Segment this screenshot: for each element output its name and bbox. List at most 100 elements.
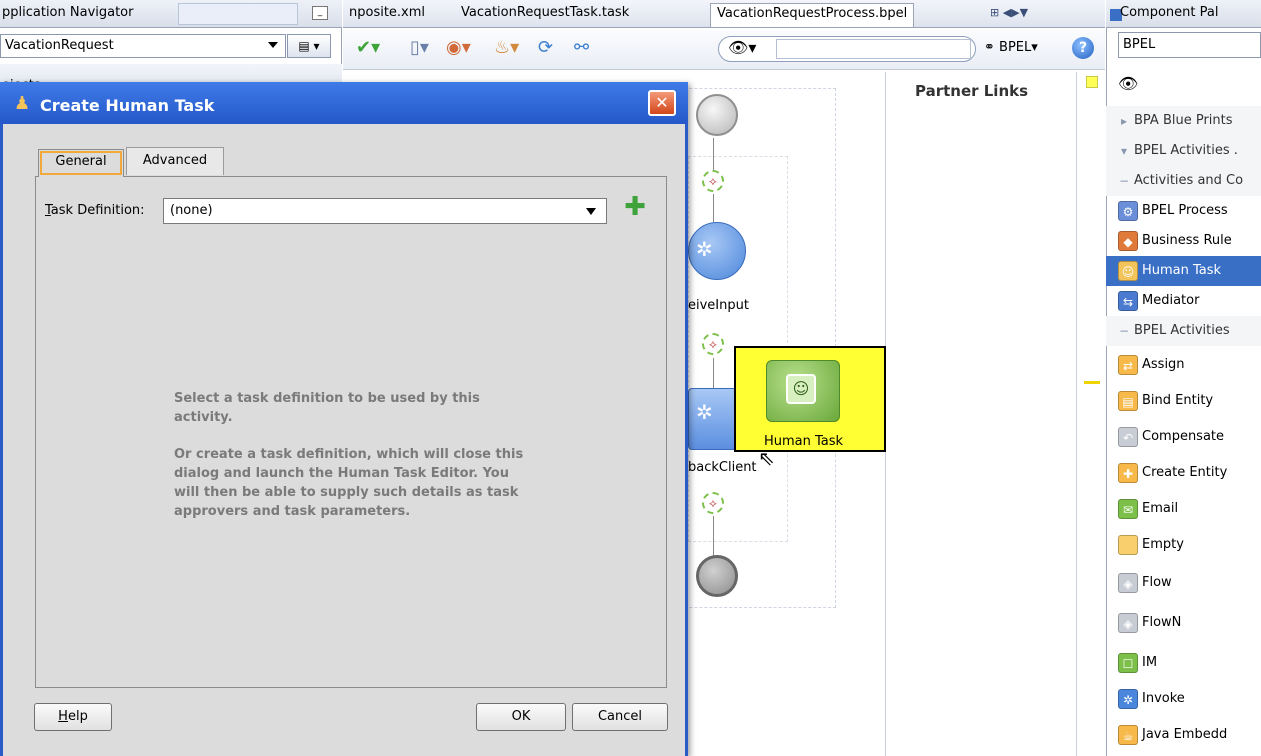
drop-zone-icon[interactable]: ⟡ xyxy=(702,492,724,514)
palette-item-bpel-activities[interactable]: − BPEL Activities xyxy=(1106,316,1261,346)
palette-item-label: BPEL Activities . xyxy=(1134,143,1238,158)
palette-item-label: BPEL Activities xyxy=(1134,323,1230,338)
compensate-icon: ↶ xyxy=(1118,426,1138,447)
link-icon: ⚭ xyxy=(984,40,1000,55)
search-mode-label: BPEL▾ xyxy=(999,40,1038,55)
palette-item-im[interactable]: ☐ IM xyxy=(1106,646,1261,680)
cancel-button[interactable]: Cancel xyxy=(572,703,668,731)
help-icon[interactable]: ? xyxy=(1072,37,1094,59)
receive-input-label: eiveInput xyxy=(688,298,749,313)
start-node[interactable] xyxy=(696,94,738,136)
palette-title: Component Pal xyxy=(1120,5,1219,20)
palette-item-create-entity[interactable]: ✚ Create Entity xyxy=(1106,456,1261,490)
palette-item-java-embedd[interactable]: ☕ Java Embedd xyxy=(1106,718,1261,752)
partner-links-title: Partner Links xyxy=(915,82,1029,100)
human-task-icon: ☺ xyxy=(786,374,816,404)
palette-item-bpel-activities[interactable]: ▾ BPEL Activities . xyxy=(1106,136,1261,166)
gear-icon: ✲ xyxy=(696,400,713,424)
deploy-icon[interactable]: ♨▾ xyxy=(494,38,519,58)
add-task-definition-button[interactable]: ✚ xyxy=(624,194,646,220)
flow-arrow xyxy=(713,194,714,222)
palette-item-label: IM xyxy=(1142,655,1158,670)
triangle-right-icon: ▸ xyxy=(1120,113,1128,128)
invoke-icon: ✲ xyxy=(1118,688,1138,709)
tab-content-general xyxy=(35,176,667,688)
mouse-cursor-icon: ⇖ xyxy=(758,446,775,470)
tab-advanced[interactable]: Advanced xyxy=(126,147,224,175)
palette-item-label: BPA Blue Prints xyxy=(1134,113,1233,128)
color-icon[interactable]: ◉▾ xyxy=(446,38,471,58)
palette-item-mediator[interactable]: ⇆ Mediator xyxy=(1106,286,1261,316)
palette-item-flown[interactable]: ◈ FlowN xyxy=(1106,606,1261,640)
layout-icon[interactable]: ⚯ xyxy=(574,38,589,58)
mediator-icon: ⇆ xyxy=(1118,290,1138,311)
minimize-icon[interactable]: _ xyxy=(312,6,328,20)
java-embedding-icon: ☕ xyxy=(1118,724,1138,745)
palette-item-label: Human Task xyxy=(1142,263,1222,278)
gear-icon: ✲ xyxy=(696,237,713,261)
palette-item-activities-and-co[interactable]: − Activities and Co xyxy=(1106,166,1261,196)
close-button[interactable]: ✕ xyxy=(648,90,676,116)
info-text-create: Or create a task definition, which will … xyxy=(174,447,524,519)
tab-vacation-request-task[interactable]: VacationRequestTask.task xyxy=(455,3,635,27)
binoculars-icon[interactable]: 👁 xyxy=(1118,74,1138,93)
task-definition-label-text: ask Definition: xyxy=(50,203,145,218)
help-label: elp xyxy=(67,709,88,724)
palette-item-human-task[interactable]: ☺ Human Task xyxy=(1106,256,1261,286)
callback-client-label: backClient xyxy=(688,460,757,475)
palette-item-bpel-process[interactable]: ⚙ BPEL Process xyxy=(1106,196,1261,226)
bookmark-icon[interactable]: ▯▾ xyxy=(410,38,429,58)
chevron-down-icon[interactable] xyxy=(268,42,278,48)
navigator-title: pplication Navigator xyxy=(2,5,134,20)
minus-icon: − xyxy=(1118,323,1130,338)
overview-marker[interactable] xyxy=(1084,381,1100,384)
empty-icon xyxy=(1118,534,1138,555)
palette-item-label: BPEL Process xyxy=(1142,203,1228,218)
palette-item-label: Empty xyxy=(1142,537,1184,552)
palette-item-label: Bind Entity xyxy=(1142,393,1214,408)
palette-category-select[interactable]: BPEL xyxy=(1118,32,1261,58)
search-mode-dropdown[interactable]: ⚭ BPEL▾ xyxy=(984,40,1038,55)
palette-item-invoke[interactable]: ✲ Invoke xyxy=(1106,682,1261,716)
application-menu-button[interactable]: ▤ ▾ xyxy=(287,34,331,58)
search-input[interactable] xyxy=(776,39,971,59)
tab-scroll-controls[interactable]: ⊞ ◀▶▼ xyxy=(990,3,1102,25)
assign-icon: ⇄ xyxy=(1118,354,1138,375)
dialog-title: Create Human Task xyxy=(40,96,215,115)
im-icon: ☐ xyxy=(1118,652,1138,673)
help-button[interactable]: Help xyxy=(34,703,112,731)
help-mnemonic: H xyxy=(58,709,68,724)
flow-icon: ◈ xyxy=(1118,572,1138,593)
chevron-down-icon[interactable] xyxy=(586,208,596,215)
refresh-icon[interactable]: ⟳ xyxy=(538,38,553,58)
end-node[interactable] xyxy=(696,555,738,597)
navigator-header-field[interactable] xyxy=(178,3,298,25)
application-select[interactable]: VacationRequest xyxy=(0,34,286,58)
drop-zone-icon[interactable]: ⟡ xyxy=(702,170,724,192)
triangle-down-icon: ▾ xyxy=(1120,143,1128,158)
palette-item-email[interactable]: ✉ Email xyxy=(1106,492,1261,526)
tab-vacation-request-process[interactable]: VacationRequestProcess.bpel xyxy=(710,3,915,27)
palette-item-label: Java Embedd xyxy=(1142,727,1228,742)
business-rule-icon: ◆ xyxy=(1118,230,1138,251)
palette-item-compensate[interactable]: ↶ Compensate xyxy=(1106,420,1261,454)
drop-zone-icon[interactable]: ⟡ xyxy=(702,333,724,355)
human-task-icon: ♟ xyxy=(14,93,31,114)
binoculars-icon[interactable]: 👁▾ xyxy=(728,38,756,57)
ok-button[interactable]: OK xyxy=(476,703,566,731)
palette-item-flow[interactable]: ◈ Flow xyxy=(1106,566,1261,600)
tab-general[interactable]: General xyxy=(38,149,124,177)
bpel-process-icon: ⚙ xyxy=(1118,200,1138,221)
drag-label: Human Task xyxy=(764,434,844,449)
tab-composite[interactable]: nposite.xml xyxy=(343,3,431,27)
palette-item-empty[interactable]: Empty xyxy=(1106,528,1261,562)
palette-item-assign[interactable]: ⇄ Assign xyxy=(1106,348,1261,382)
palette-item-label: Flow xyxy=(1142,575,1172,590)
palette-item-business-rule[interactable]: ◆ Business Rule xyxy=(1106,226,1261,256)
palette-item-bind-entity[interactable]: ▤ Bind Entity xyxy=(1106,384,1261,418)
task-definition-select[interactable]: (none) xyxy=(163,198,607,224)
overview-marker[interactable] xyxy=(1086,76,1098,88)
validate-icon[interactable]: ✔▾ xyxy=(356,38,380,58)
info-text-select: Select a task definition to be used by t… xyxy=(174,391,480,425)
palette-item-bpa-blue-prints[interactable]: ▸ BPA Blue Prints xyxy=(1106,106,1261,136)
